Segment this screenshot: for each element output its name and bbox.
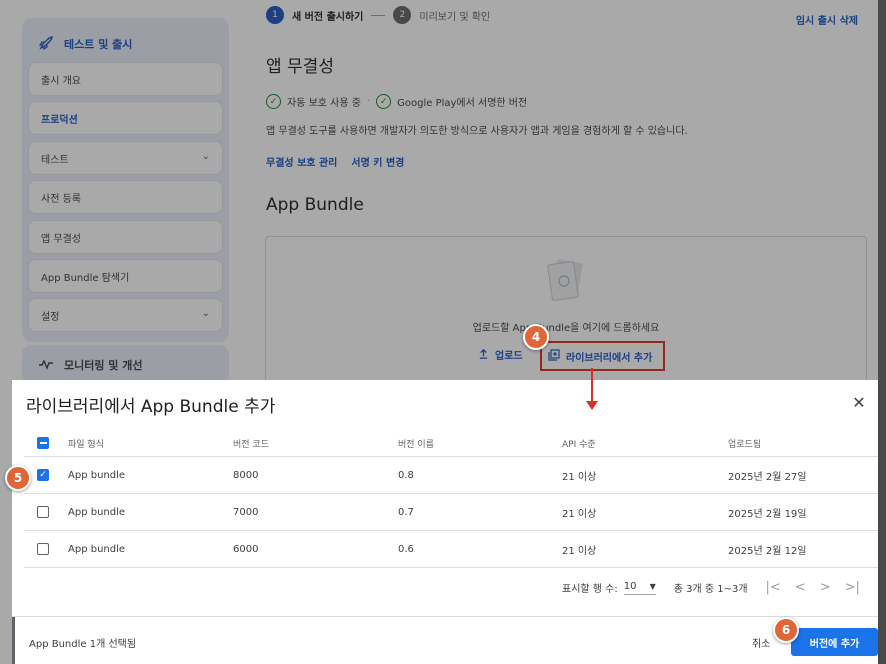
rows-per-page-value: 10 bbox=[623, 580, 637, 592]
version-name-cell: 0.8 bbox=[398, 469, 414, 481]
column-header: 파일 형식 bbox=[68, 439, 104, 450]
file-type-cell: App bundle bbox=[68, 469, 126, 481]
file-type-cell: App bundle bbox=[68, 543, 126, 555]
table-row[interactable]: App bundle 6000 0.6 21 이상 2025년 2월 12일 bbox=[24, 531, 878, 568]
previous-page-icon[interactable]: < bbox=[795, 580, 806, 595]
version-code-cell: 6000 bbox=[233, 543, 259, 555]
page-range-text: 총 3개 중 1~3개 bbox=[673, 584, 748, 595]
window-edge bbox=[878, 0, 886, 664]
dialog-footer: App Bundle 1개 선택됨 취소 버전에 추가 bbox=[12, 616, 878, 664]
close-icon[interactable]: ✕ bbox=[850, 394, 868, 412]
table-row[interactable]: ✓ App bundle 8000 0.8 21 이상 2025년 2월 27일 bbox=[24, 457, 878, 494]
row-checkbox[interactable] bbox=[37, 543, 49, 555]
rows-per-page: 표시할 행 수: 10 ▼ bbox=[562, 580, 656, 595]
column-header: 업로드됨 bbox=[728, 439, 762, 450]
cancel-button[interactable]: 취소 bbox=[752, 635, 770, 650]
step-badge: 4 bbox=[523, 324, 549, 350]
selection-count: App Bundle 1개 선택됨 bbox=[29, 639, 137, 650]
step-badge: 6 bbox=[773, 617, 799, 643]
rows-per-page-label: 표시할 행 수: bbox=[562, 584, 618, 595]
add-from-library-dialog: 라이브러리에서 App Bundle 추가 ✕ 파일 형식 버전 코드 버전 이… bbox=[12, 380, 878, 664]
file-type-cell: App bundle bbox=[68, 506, 126, 518]
pagination: 표시할 행 수: 10 ▼ 총 3개 중 1~3개 |< < > >| bbox=[562, 580, 860, 595]
row-checkbox[interactable]: ✓ bbox=[37, 469, 49, 481]
table-row[interactable]: App bundle 7000 0.7 21 이상 2025년 2월 19일 bbox=[24, 494, 878, 531]
version-code-cell: 7000 bbox=[233, 506, 259, 518]
table-header-row: 파일 형식 버전 코드 버전 이름 API 수준 업로드됨 bbox=[24, 430, 878, 457]
rows-per-page-select[interactable]: 10 ▼ bbox=[623, 580, 656, 595]
select-all-checkbox[interactable] bbox=[37, 437, 49, 449]
row-checkbox[interactable] bbox=[37, 506, 49, 518]
column-header: 버전 이름 bbox=[398, 439, 434, 450]
footer-divider bbox=[12, 617, 15, 664]
uploaded-date-cell: 2025년 2월 12일 bbox=[728, 545, 807, 557]
version-name-cell: 0.7 bbox=[398, 506, 414, 518]
bundle-table: 파일 형식 버전 코드 버전 이름 API 수준 업로드됨 ✓ App bund… bbox=[24, 430, 878, 568]
version-name-cell: 0.6 bbox=[398, 543, 414, 555]
api-level-cell: 21 이상 bbox=[562, 471, 597, 483]
version-code-cell: 8000 bbox=[233, 469, 259, 481]
next-page-icon[interactable]: > bbox=[820, 580, 831, 595]
column-header: 버전 코드 bbox=[233, 439, 269, 450]
add-to-release-button[interactable]: 버전에 추가 bbox=[791, 628, 878, 656]
uploaded-date-cell: 2025년 2월 19일 bbox=[728, 508, 807, 520]
column-header: API 수준 bbox=[562, 439, 596, 450]
page-navigation: |< < > >| bbox=[766, 580, 860, 595]
step-badge: 5 bbox=[5, 465, 31, 491]
dialog-title: 라이브러리에서 App Bundle 추가 bbox=[26, 397, 276, 417]
api-level-cell: 21 이상 bbox=[562, 508, 597, 520]
annotation-arrow-head bbox=[586, 401, 598, 410]
last-page-icon[interactable]: >| bbox=[845, 580, 860, 595]
api-level-cell: 21 이상 bbox=[562, 545, 597, 557]
first-page-icon[interactable]: |< bbox=[766, 580, 781, 595]
uploaded-date-cell: 2025년 2월 27일 bbox=[728, 471, 807, 483]
dropdown-arrow-icon: ▼ bbox=[649, 581, 656, 591]
annotation-arrow-line bbox=[591, 368, 593, 402]
